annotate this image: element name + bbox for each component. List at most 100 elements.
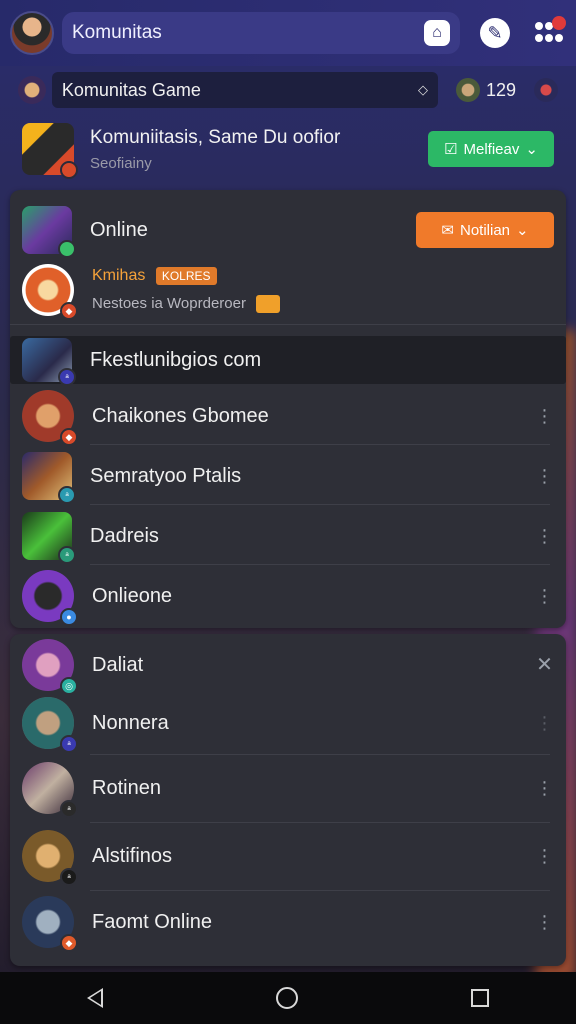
store-icon[interactable]: ⌂ [424, 20, 450, 46]
chevron-down-icon: ⌄ [516, 222, 529, 239]
online-status-dot [58, 240, 76, 258]
more-options-icon[interactable]: ⋮ [534, 407, 554, 425]
members-panel: ◎ Daliat ✕ ᵃ Nonnera ⋮ ᵃ Rotinen ⋮ ᵃ Als… [10, 634, 566, 966]
join-button-label: Melfieav [463, 140, 520, 158]
featured-tag: KOLRES [155, 266, 217, 285]
item-name: Nonnera [92, 711, 169, 734]
item-badge: ◎ [60, 677, 78, 695]
list-item[interactable]: ᵃ Dadreis ⋮ [10, 506, 566, 566]
community-game-thumbnail [22, 123, 78, 179]
item-badge: ● [60, 608, 78, 626]
recent-apps-icon[interactable] [471, 989, 490, 1007]
community-switcher[interactable]: Komunitas Game ◇ [51, 72, 438, 108]
join-dropdown-button[interactable]: ☑ Melfieav ⌄ [428, 131, 554, 167]
checkbox-icon: ☑ [444, 141, 458, 158]
list-item[interactable]: ◆ Faomt Online ⋮ [10, 892, 566, 952]
item-badge: ◆ [60, 428, 78, 446]
list-item[interactable]: ᵃ Fkestlunibgios com [10, 336, 566, 386]
list-item[interactable]: ᵃ Rotinen ⋮ [10, 758, 566, 818]
community-switcher-row: Komunitas Game ◇ 129 [10, 70, 566, 110]
item-badge: ◆ [60, 934, 78, 952]
community-header: Komuniitasis, Same Du oofior Seofiainy ☑… [10, 116, 566, 182]
item-name: Alstifinos [92, 844, 173, 867]
notify-dropdown-button[interactable]: ✉ Notilian ⌄ [416, 212, 554, 248]
list-item[interactable]: ● Onlieone ⋮ [10, 566, 566, 626]
item-badge: ᵃ [60, 800, 78, 818]
more-options-icon[interactable]: ⋮ [534, 714, 554, 732]
more-options-icon[interactable]: ⋮ [534, 467, 554, 485]
more-options-icon[interactable]: ⋮ [534, 527, 554, 545]
item-name: Faomt Online [92, 910, 213, 933]
divider [10, 324, 566, 325]
divider [90, 822, 550, 823]
featured-subtitle: Nestoes ia Woprderoer [92, 294, 246, 312]
member-avatar [455, 78, 480, 102]
item-name: Onlieone [92, 584, 173, 607]
gamepad-icon [256, 295, 281, 314]
user-avatar[interactable] [534, 78, 558, 102]
online-label: Online [90, 218, 148, 241]
member-count: 129 [485, 79, 516, 100]
list-item[interactable]: ◎ Daliat ✕ [10, 636, 566, 695]
list-item[interactable]: ᵃ Semratyoo Ptalis ⋮ [10, 446, 566, 506]
community-title: Komuniitasis, Same Du oofior [90, 126, 341, 148]
member-count-group: 129 [455, 78, 558, 102]
featured-row[interactable]: ◆ Kmihas KOLRES Nestoes ia Woprderoer [10, 258, 566, 322]
item-avatar: ◎ [22, 639, 78, 695]
mail-icon: ✉ [441, 222, 454, 239]
community-avatar [18, 76, 46, 104]
tools-icon[interactable]: ✎ [480, 18, 510, 48]
notify-button-label: Notilian [459, 221, 511, 239]
list-item[interactable]: ᵃ Alstifinos ⋮ [10, 826, 566, 886]
search-bar[interactable]: Komunitas ⌂ [62, 12, 460, 54]
divider [90, 754, 550, 755]
status-dot [60, 161, 78, 179]
item-avatar: ᵃ [22, 830, 78, 886]
item-name: Chaikones Gbomee [92, 404, 269, 427]
community-switcher-label: Komunitas Game [61, 79, 201, 100]
more-options-icon[interactable]: ⋮ [534, 779, 554, 797]
item-name: Rotinen [92, 776, 161, 799]
more-options-icon[interactable]: ⋮ [534, 587, 554, 605]
item-name: Semratyoo Ptalis [90, 464, 242, 487]
home-icon[interactable] [275, 987, 298, 1009]
divider [90, 564, 550, 565]
item-thumbnail: ᵃ [22, 452, 76, 504]
item-name: Fkestlunibgios com [90, 348, 262, 371]
item-thumbnail: ᵃ [22, 512, 76, 564]
featured-title: Kmihas [92, 266, 146, 284]
featured-avatar: ◆ [22, 264, 78, 320]
back-icon[interactable] [86, 988, 103, 1008]
item-avatar: ᵃ [22, 762, 78, 818]
system-navigation-bar [0, 972, 576, 1024]
diamond-icon: ◇ [417, 82, 428, 97]
more-options-icon[interactable]: ⋮ [534, 847, 554, 865]
item-avatar: ● [22, 570, 78, 626]
online-thumbnail [22, 206, 76, 258]
more-options-icon[interactable]: ⋮ [534, 913, 554, 931]
item-avatar: ᵃ [22, 697, 78, 753]
item-badge: ᵃ [58, 368, 76, 386]
list-item[interactable]: ᵃ Nonnera ⋮ [10, 694, 566, 753]
notification-badge [552, 16, 566, 30]
item-badge: ᵃ [60, 735, 78, 753]
community-subtitle: Seofiainy [90, 154, 152, 172]
profile-avatar[interactable] [10, 11, 54, 55]
top-app-bar: Komunitas ⌂ ✎ [0, 0, 576, 66]
item-thumbnail: ᵃ [22, 338, 76, 386]
divider [90, 504, 550, 505]
item-name: Dadreis [90, 524, 159, 547]
online-panel: Online ✉ Notilian ⌄ ◆ Kmihas KOLRES Nest… [10, 190, 566, 628]
item-name: Daliat [92, 653, 144, 676]
online-header-row: Online ✉ Notilian ⌄ [10, 198, 566, 262]
apps-grid-icon[interactable] [532, 16, 566, 48]
list-item[interactable]: ◆ Chaikones Gbomee ⋮ [10, 386, 566, 446]
item-badge: ᵃ [58, 486, 76, 504]
featured-badge: ◆ [60, 302, 78, 320]
search-title: Komunitas [72, 22, 162, 43]
item-badge: ᵃ [60, 868, 78, 886]
close-icon[interactable]: ✕ [534, 655, 554, 675]
item-badge: ᵃ [58, 546, 76, 564]
item-avatar: ◆ [22, 896, 78, 952]
chevron-down-icon: ⌄ [525, 141, 538, 158]
